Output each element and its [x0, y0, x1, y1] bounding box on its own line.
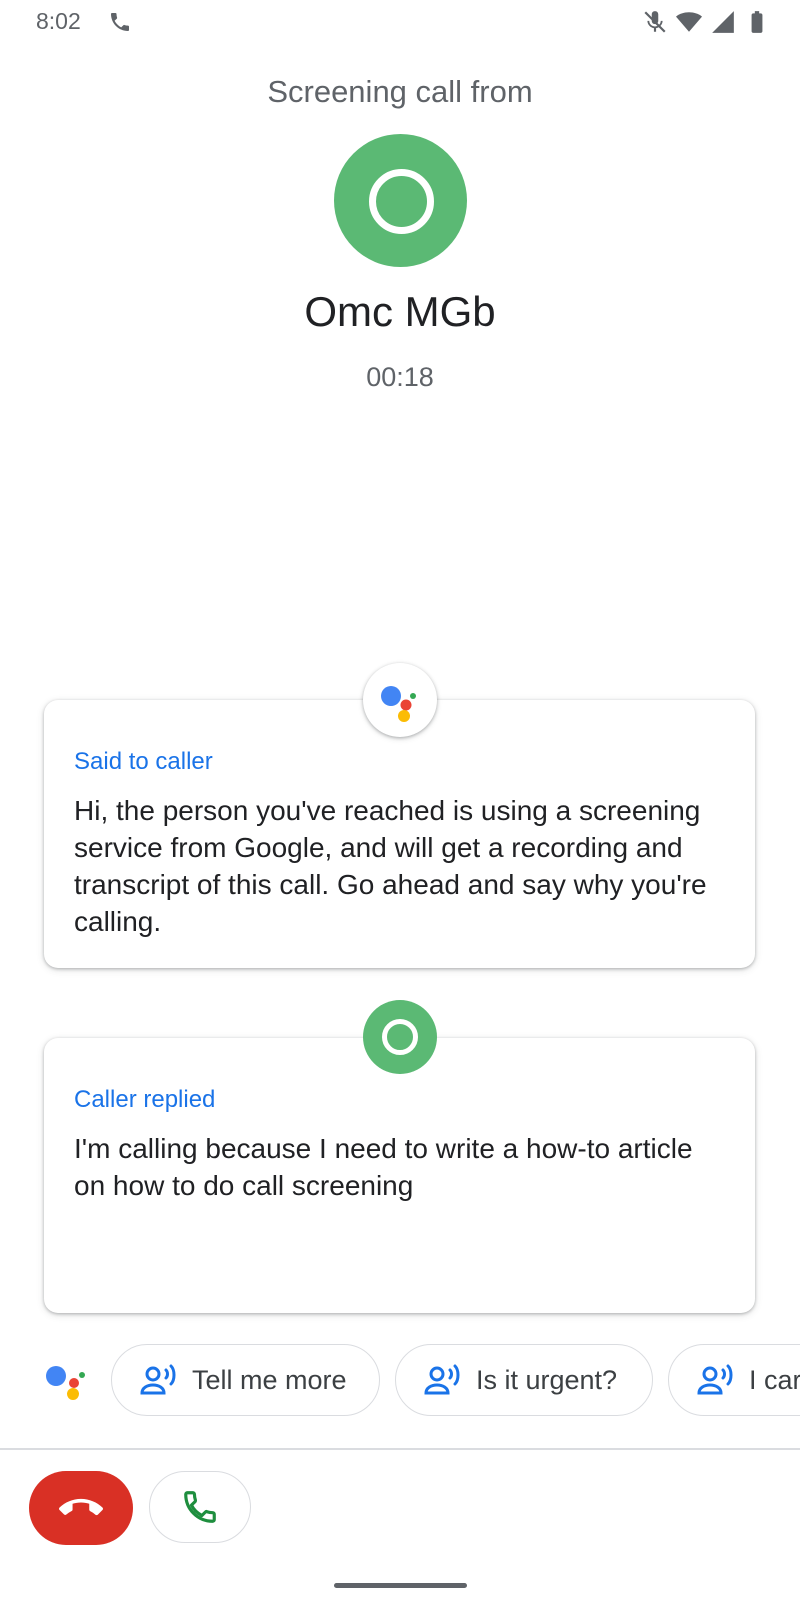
- caller-avatar-icon: [363, 1000, 437, 1074]
- chip-partial[interactable]: I car: [668, 1344, 800, 1416]
- call-end-icon: [59, 1498, 103, 1516]
- phone-answer-icon: [184, 1491, 216, 1523]
- chip-tell-me-more[interactable]: Tell me more: [111, 1344, 380, 1416]
- phone-call-icon: [111, 13, 129, 31]
- hangup-button[interactable]: [29, 1471, 133, 1545]
- status-time: 8:02: [36, 8, 81, 34]
- suggestion-chips: Tell me more Is it urgent? I car: [0, 1344, 800, 1418]
- call-timer: 00:18: [366, 362, 434, 392]
- chip-is-it-urgent[interactable]: Is it urgent?: [395, 1344, 653, 1416]
- transcript-card-assistant: Said to caller Hi, the person you've rea…: [44, 700, 755, 968]
- status-icons: [642, 9, 770, 35]
- wifi-icon: [676, 9, 702, 35]
- speak-person-icon: [140, 1364, 176, 1395]
- speak-person-icon: [424, 1364, 460, 1395]
- speak-person-icon: [697, 1364, 733, 1395]
- card-text: I'm calling because I need to write a ho…: [74, 1133, 693, 1201]
- screening-label: Screening call from: [267, 74, 533, 109]
- google-assistant-icon: [46, 1366, 85, 1400]
- chip-label: I car: [749, 1364, 800, 1395]
- caller-avatar: [334, 134, 467, 267]
- card-text: Hi, the person you've reached is using a…: [74, 795, 707, 937]
- transcript-card-caller: Caller replied I'm calling because I nee…: [44, 1038, 755, 1313]
- avatar-ring-icon: [369, 169, 434, 234]
- call-screen: 8:02 Screening call from Omc MGb 00:18 S…: [0, 0, 800, 1600]
- answer-button[interactable]: [149, 1471, 251, 1543]
- status-bar: 8:02: [0, 0, 800, 44]
- divider: [0, 1448, 800, 1450]
- caller-name: Omc MGb: [304, 288, 496, 335]
- mic-muted-icon: [642, 9, 668, 35]
- cell-signal-icon: [710, 9, 736, 35]
- google-assistant-icon: [363, 663, 437, 737]
- home-indicator[interactable]: [334, 1583, 467, 1588]
- card-title: Caller replied: [74, 1086, 216, 1113]
- battery-icon: [744, 9, 770, 35]
- card-title: Said to caller: [74, 748, 213, 775]
- chip-label: Is it urgent?: [476, 1364, 618, 1395]
- chip-label: Tell me more: [192, 1364, 347, 1395]
- avatar-ring-icon: [382, 1019, 418, 1055]
